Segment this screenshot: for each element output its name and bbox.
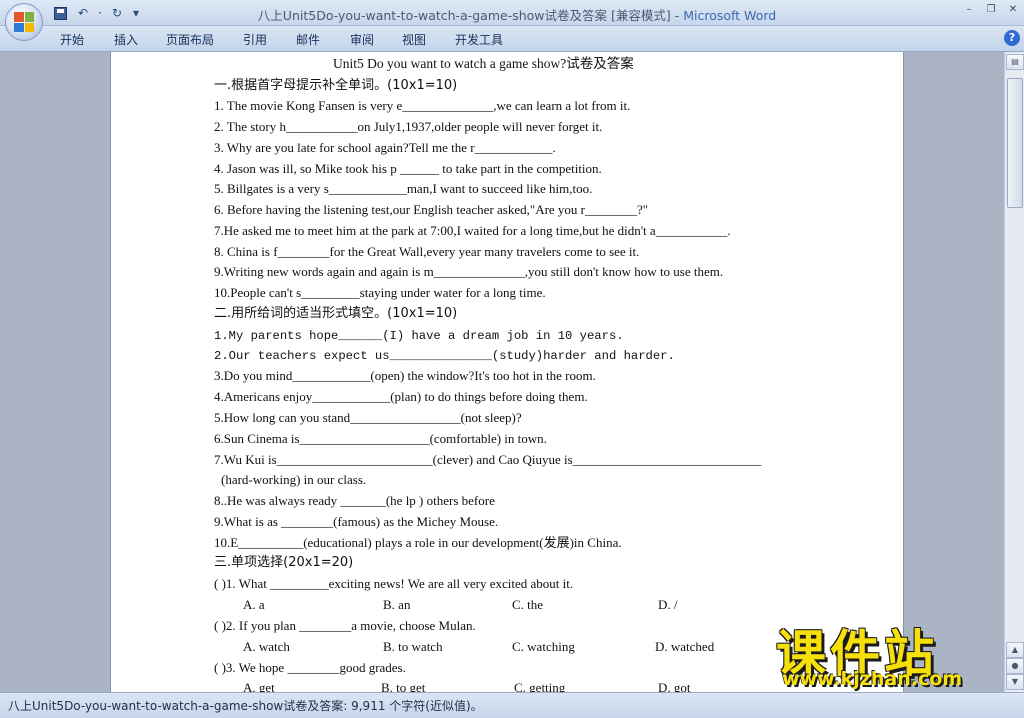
list-item: 4.Americans enjoy____________(plan) to d…	[214, 389, 588, 404]
option-b: B. an	[383, 597, 411, 612]
list-item: 7.He asked me to meet him at the park at…	[214, 223, 731, 238]
option-c: C. getting	[514, 680, 566, 692]
window-title: 八上Unit5Do-you-want-to-watch-a-game-show试…	[0, 5, 1024, 24]
ribbon-tab-bar: 开始 插入 页面布局 引用 邮件 审阅 视图 开发工具 ?	[0, 26, 1024, 52]
option-d: D. /	[658, 597, 678, 612]
question: ( )1. What _________exciting news! We ar…	[214, 576, 574, 591]
tab-view[interactable]: 视图	[402, 31, 426, 48]
tab-references[interactable]: 引用	[243, 31, 267, 48]
list-item: 9.Writing new words again and again is m…	[214, 264, 724, 279]
tab-mailings[interactable]: 邮件	[296, 31, 320, 48]
option-b: B. to watch	[383, 639, 443, 654]
help-icon[interactable]: ?	[1004, 30, 1020, 46]
list-item: 10.People can't s_________staying under …	[214, 285, 546, 300]
option-d: D. got	[658, 680, 691, 692]
list-item: 2. The story h___________on July1,1937,o…	[214, 119, 603, 134]
office-logo-icon	[14, 12, 34, 32]
list-item: 1.My parents hope______(I) have a dream …	[214, 329, 624, 343]
restore-button[interactable]: ❐	[984, 3, 998, 17]
list-item: (hard-working) in our class.	[221, 472, 367, 487]
question: ( )2. If you plan ________a movie, choos…	[214, 618, 476, 633]
option-d: D. watched	[655, 639, 715, 654]
option-b: B. to get	[381, 680, 426, 692]
tab-page-layout[interactable]: 页面布局	[166, 31, 214, 48]
document-page[interactable]: Unit5 Do you want to watch a game show?试…	[110, 52, 904, 692]
option-a: A. watch	[243, 639, 290, 654]
section1-heading: 一.根据首字母提示补全单词。(10x1=10)	[214, 78, 458, 93]
list-item: 3. Why are you late for school again?Tel…	[214, 140, 556, 155]
vertical-scrollbar[interactable]: ▤ ▲ ● ▼	[1004, 52, 1024, 692]
close-button[interactable]: ✕	[1006, 3, 1020, 17]
tab-insert[interactable]: 插入	[114, 31, 138, 48]
option-c: C. the	[512, 597, 544, 612]
section2-heading: 二.用所给词的适当形式填空。(10x1=10)	[214, 306, 458, 321]
option-a: A. get	[243, 680, 275, 692]
list-item: 10.E__________(educational) plays a role…	[214, 535, 622, 550]
list-item: 5.How long can you stand________________…	[214, 410, 522, 425]
office-button[interactable]	[5, 3, 43, 41]
status-text: 八上Unit5Do-you-want-to-watch-a-game-show试…	[8, 699, 483, 713]
list-item: 3.Do you mind____________(open) the wind…	[214, 368, 596, 383]
list-item: 6. Before having the listening test,our …	[214, 202, 649, 217]
list-item: 2.Our teachers expect us______________(s…	[214, 349, 675, 363]
window-controls: – ❐ ✕	[962, 3, 1020, 17]
tab-developer[interactable]: 开发工具	[455, 31, 503, 48]
list-item: 1. The movie Kong Fansen is very e______…	[214, 98, 631, 113]
watermark-url: www.kjzhan.com	[782, 668, 963, 690]
title-bar: ↶ · ↻ ▾ 八上Unit5Do-you-want-to-watch-a-ga…	[0, 0, 1024, 26]
minimize-button[interactable]: –	[962, 3, 976, 17]
list-item: 8. China is f________for the Great Wall,…	[214, 244, 640, 259]
document-name: 八上Unit5Do-you-want-to-watch-a-game-show试…	[257, 8, 684, 23]
tab-review[interactable]: 审阅	[350, 31, 374, 48]
section3-heading: 三.单项选择(20x1=20)	[214, 555, 354, 570]
document-title: Unit5 Do you want to watch a game show?试…	[333, 56, 634, 71]
status-bar: 八上Unit5Do-you-want-to-watch-a-game-show试…	[0, 692, 1024, 718]
option-a: A. a	[243, 597, 265, 612]
watermark-logo: 课件站 www.kjzhan.com	[770, 618, 1020, 692]
list-item: 4. Jason was ill, so Mike took his p ___…	[214, 161, 602, 176]
ruler-toggle-icon[interactable]: ▤	[1006, 54, 1024, 70]
list-item: 5. Billgates is a very s____________man,…	[214, 181, 593, 196]
list-item: 8..He was always ready _______(he lp ) o…	[214, 493, 495, 508]
list-item: 6.Sun Cinema is____________________(comf…	[214, 431, 547, 446]
option-c: C. watching	[512, 639, 575, 654]
app-name: Microsoft Word	[683, 8, 777, 23]
tab-home[interactable]: 开始	[60, 31, 84, 48]
list-item: 9.What is as ________(famous) as the Mic…	[214, 514, 499, 529]
list-item: 7.Wu Kui is________________________(clev…	[214, 452, 762, 467]
scroll-thumb[interactable]	[1007, 78, 1023, 208]
question: ( )3. We hope ________good grades.	[214, 660, 406, 675]
